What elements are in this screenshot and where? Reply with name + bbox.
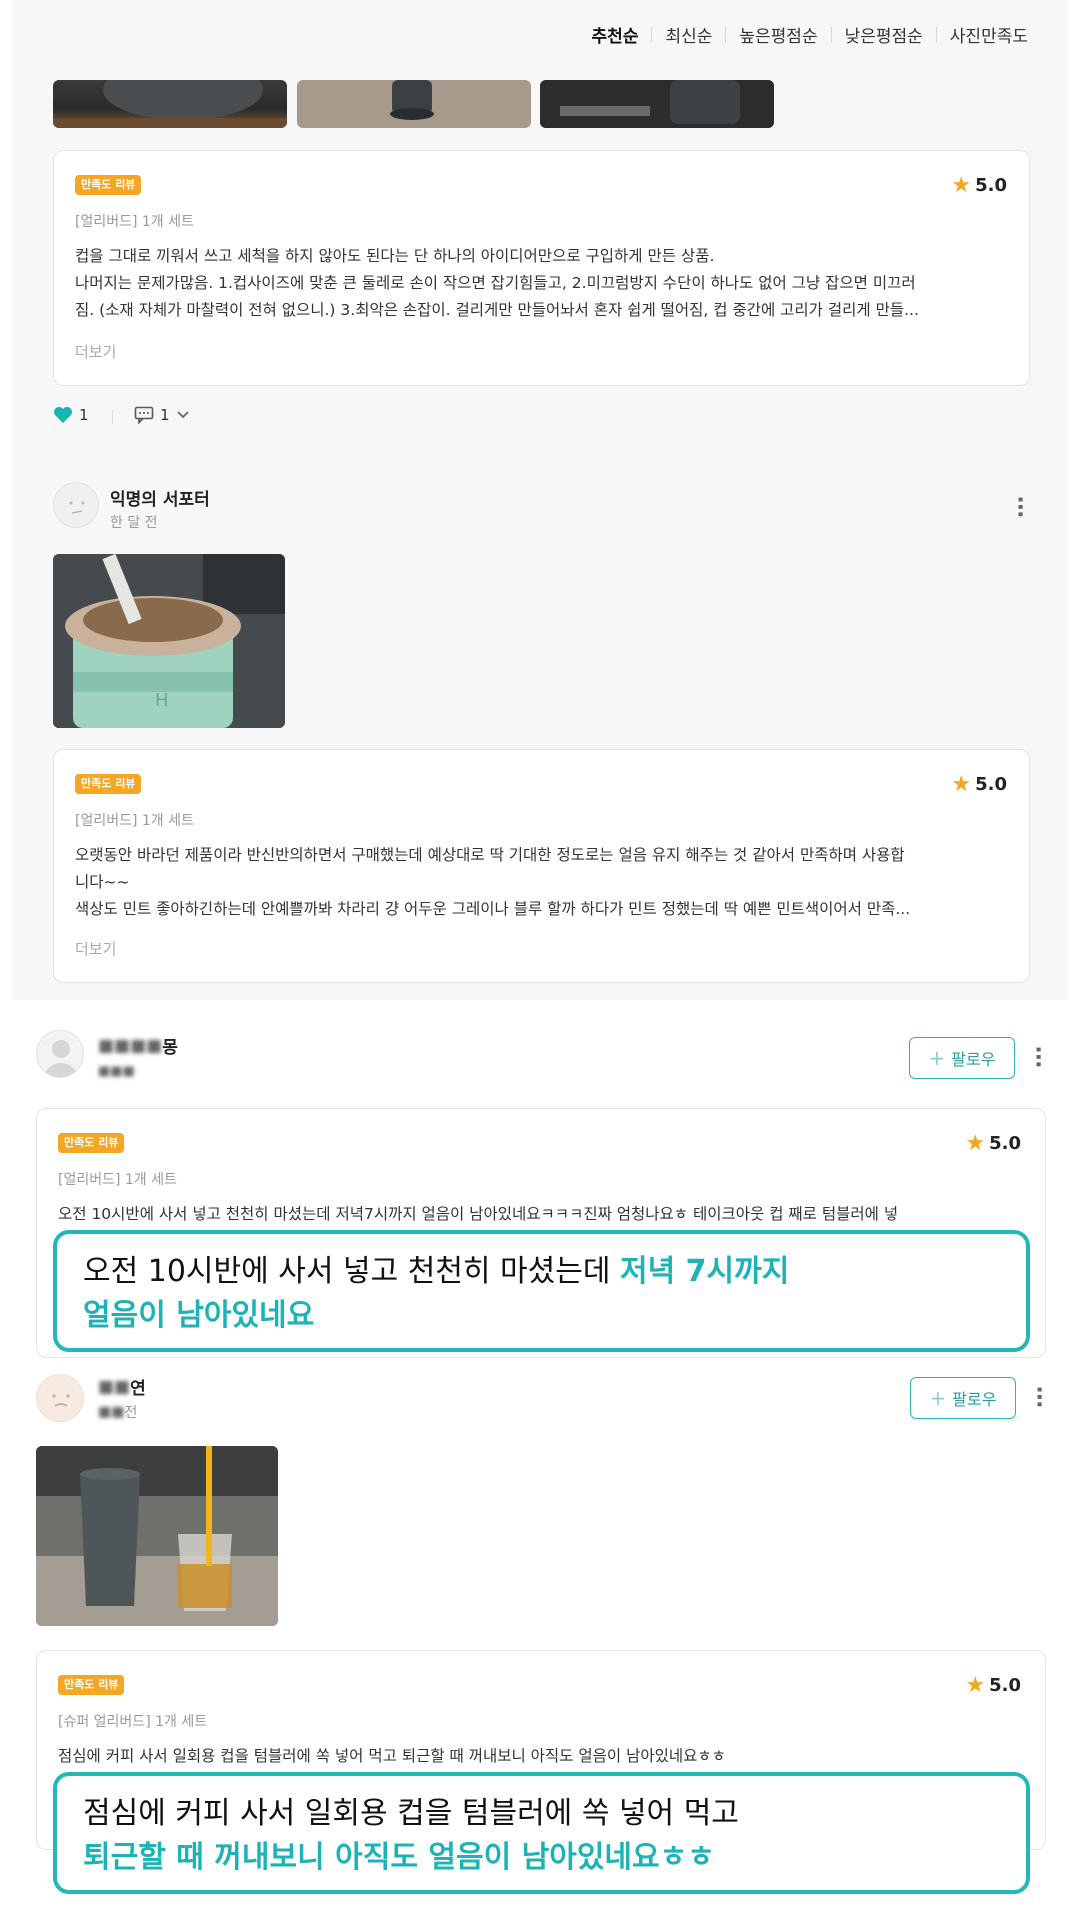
star-icon: ★ xyxy=(965,1672,986,1698)
review-text: 컵을 그대로 끼워서 쓰고 세척을 하지 않아도 된다는 단 하나의 아이디어만… xyxy=(75,243,1010,324)
purchase-option: [슈퍼 얼리버드] 1개 세트 xyxy=(58,1714,208,1730)
tumbler-photo-graphic: H xyxy=(53,554,285,728)
review-line: 색상도 민트 좋아하긴하는데 안예쁠까봐 차라리 걍 어두운 그레이나 블루 할… xyxy=(75,900,911,918)
review-line: 컵을 그대로 끼워서 쓰고 세척을 하지 않아도 된다는 단 하나의 아이디어만… xyxy=(75,247,715,265)
review-card: 만족도 리뷰 ★ 5.0 [얼리버드] 1개 세트 오랫동안 바라던 제품이라 … xyxy=(53,749,1030,983)
purchase-option: [얼리버드] 1개 세트 xyxy=(75,813,194,829)
user-name[interactable]: 익명의 서포터 xyxy=(110,485,210,510)
comment-icon xyxy=(134,406,154,424)
satisfaction-badge: 만족도 리뷰 xyxy=(75,175,142,195)
highlight-emphasis: 퇴근할 때 꺼내보니 아직도 얼음이 남아있네요ㅎㅎ xyxy=(83,1840,715,1875)
plus-icon: + xyxy=(929,1386,947,1410)
like-button[interactable]: 1 xyxy=(53,406,89,424)
satisfaction-badge: 만족도 리뷰 xyxy=(58,1133,125,1153)
sort-tab-high-rating[interactable]: 높은평점순 xyxy=(739,22,817,47)
rating: ★ 5.0 xyxy=(951,172,1007,198)
rating-value: 5.0 xyxy=(989,1133,1021,1154)
review-line: 오전 10시반에 사서 넣고 천천히 마셨는데 저녁7시까지 얼음이 남아있네요… xyxy=(58,1205,899,1223)
tumbler-photo-graphic xyxy=(53,80,287,128)
tumbler-photo-graphic xyxy=(36,1446,278,1626)
purchase-option: [얼리버드] 1개 세트 xyxy=(58,1172,177,1188)
follow-button[interactable]: + 팔로우 xyxy=(909,1037,1015,1079)
plus-icon: + xyxy=(928,1046,946,1070)
highlight-text: 오전 10시반에 사서 넣고 천천히 마셨는데 xyxy=(83,1254,620,1289)
rating: ★ 5.0 xyxy=(965,1672,1021,1698)
rating-value: 5.0 xyxy=(989,1675,1021,1696)
purchase-option: [얼리버드] 1개 세트 xyxy=(75,214,194,230)
avatar-icon xyxy=(69,501,85,514)
avatar-icon xyxy=(45,1040,77,1077)
masked-time: ■■ xyxy=(98,1404,125,1420)
kebab-menu-icon[interactable]: ⋯ xyxy=(1025,1046,1050,1064)
highlight-line-1: 오전 10시반에 사서 넣고 천천히 마셨는데 저녁 7시까지 xyxy=(83,1250,1000,1294)
review-photo[interactable]: H xyxy=(53,554,285,728)
tumbler-photo-graphic xyxy=(540,80,774,128)
review-photo[interactable] xyxy=(53,80,287,128)
review-line: 나머지는 문제가많음. 1.컵사이즈에 맞춘 큰 둘레로 손이 작으면 잡기힘들… xyxy=(75,274,916,292)
highlight-emphasis: 얼음이 남아있네요 xyxy=(83,1298,315,1333)
avatar-icon xyxy=(52,1394,70,1407)
satisfaction-badge: 만족도 리뷰 xyxy=(58,1675,125,1695)
rating: ★ 5.0 xyxy=(965,1130,1021,1156)
review-line: 니다~~ xyxy=(75,873,130,891)
comment-button[interactable]: 1 xyxy=(134,406,190,424)
highlight-line-1: 점심에 커피 사서 일회용 컵을 텀블러에 쏙 넣어 먹고 xyxy=(83,1796,739,1831)
svg-text:H: H xyxy=(155,690,169,711)
highlight-line-2: 얼음이 남아있네요 xyxy=(83,1294,1000,1338)
star-icon: ★ xyxy=(951,172,972,198)
review-photo[interactable] xyxy=(297,80,531,128)
rating: ★ 5.0 xyxy=(951,771,1007,797)
highlight-callout: 오전 10시반에 사서 넣고 천천히 마셨는데 저녁 7시까지 얼음이 남아있네… xyxy=(53,1230,1030,1352)
review-line: 오랫동안 바라던 제품이라 반신반의하면서 구매했는데 예상대로 딱 기대한 정… xyxy=(75,846,905,864)
divider xyxy=(935,26,937,43)
review-photo[interactable] xyxy=(540,80,774,128)
highlight-emphasis: 저녁 7시까지 xyxy=(620,1254,790,1289)
review-card: 만족도 리뷰 ★ 5.0 [얼리버드] 1개 세트 컵을 그대로 끼워서 쓰고 … xyxy=(53,150,1030,386)
rating-value: 5.0 xyxy=(975,175,1007,196)
masked-time: ■■■ xyxy=(98,1064,135,1079)
star-icon: ★ xyxy=(951,771,972,797)
divider xyxy=(830,26,832,43)
user-name-suffix: 연 xyxy=(130,1379,146,1399)
tumbler-photo-graphic xyxy=(390,80,434,120)
chevron-down-icon xyxy=(176,411,189,419)
like-count: 1 xyxy=(79,406,89,424)
avatar xyxy=(53,482,99,528)
review-line: 점심에 커피 사서 일회용 컵을 텀블러에 쏙 넣어 먹고 퇴근할 때 꺼내보니… xyxy=(58,1747,726,1765)
follow-label: 팔로우 xyxy=(952,1390,997,1409)
sort-tab-recommended[interactable]: 추천순 xyxy=(592,22,639,47)
rating-value: 5.0 xyxy=(975,774,1007,795)
divider xyxy=(112,410,113,424)
sort-tabs: 추천순 최신순 높은평점순 낮은평점순 사진만족도 xyxy=(592,22,1028,47)
post-time: ■■ 전 xyxy=(98,1402,137,1422)
review-text: 오랫동안 바라던 제품이라 반신반의하면서 구매했는데 예상대로 딱 기대한 정… xyxy=(75,842,1010,923)
avatar xyxy=(36,1374,84,1422)
post-time: 한 달 전 xyxy=(110,515,158,531)
masked-name: ■■ xyxy=(98,1376,131,1397)
sort-tab-photo-satisfaction[interactable]: 사진만족도 xyxy=(950,22,1028,47)
satisfaction-badge: 만족도 리뷰 xyxy=(75,774,142,794)
post-time-suffix: 전 xyxy=(124,1405,138,1421)
star-icon: ★ xyxy=(965,1130,986,1156)
follow-button[interactable]: + 팔로우 xyxy=(910,1377,1016,1419)
highlight-callout: 점심에 커피 사서 일회용 컵을 텀블러에 쏙 넣어 먹고 퇴근할 때 꺼내보니… xyxy=(53,1772,1030,1894)
divider xyxy=(725,26,727,43)
read-more-link[interactable]: 더보기 xyxy=(75,341,116,362)
read-more-link[interactable]: 더보기 xyxy=(75,938,116,959)
kebab-menu-icon[interactable]: ⋯ xyxy=(1007,496,1032,514)
user-name-suffix: 몽 xyxy=(162,1038,178,1058)
sort-tab-low-rating[interactable]: 낮은평점순 xyxy=(845,22,923,47)
user-name[interactable]: ■■■■ 몽 xyxy=(98,1033,178,1059)
follow-label: 팔로우 xyxy=(951,1050,996,1069)
user-name[interactable]: ■■ 연 xyxy=(98,1374,146,1400)
heart-icon xyxy=(54,407,72,423)
comment-count: 1 xyxy=(160,406,170,424)
avatar xyxy=(36,1030,84,1078)
divider xyxy=(651,26,653,43)
masked-name: ■■■■ xyxy=(98,1035,163,1056)
sort-tab-latest[interactable]: 최신순 xyxy=(665,22,712,47)
kebab-menu-icon[interactable]: ⋯ xyxy=(1026,1386,1051,1404)
review-line: 짐. (소재 자체가 마찰력이 전혀 없으니.) 3.최악은 손잡이. 걸리게만… xyxy=(75,301,919,319)
review-photo[interactable] xyxy=(36,1446,278,1626)
